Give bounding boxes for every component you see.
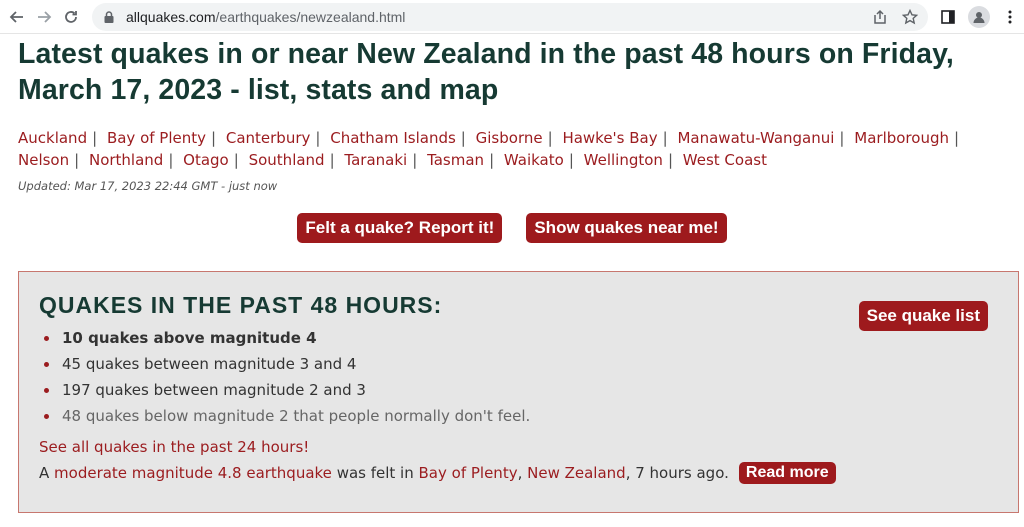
region-separator: | — [839, 129, 845, 147]
felt-report: A moderate magnitude 4.8 earthquake was … — [39, 462, 998, 484]
arrow-left-icon — [10, 10, 24, 23]
profile-avatar[interactable] — [968, 5, 991, 28]
region-link[interactable]: Marlborough — [854, 129, 949, 147]
region-separator: | — [74, 151, 80, 169]
region-link[interactable]: Manawatu-Wanganui — [677, 129, 834, 147]
see-all-quakes-link[interactable]: See all quakes in the past 24 hours! — [39, 436, 998, 458]
lock-icon — [104, 10, 114, 23]
region-link-bay-of-plenty[interactable]: Bay of Plenty — [419, 464, 518, 482]
region-link[interactable]: Taranaki — [344, 151, 407, 169]
stat-item-below-2: 48 quakes below magnitude 2 that people … — [39, 403, 998, 429]
region-link[interactable]: Chatham Islands — [330, 129, 456, 147]
region-separator: | — [233, 151, 239, 169]
region-link[interactable]: Auckland — [18, 129, 87, 147]
region-separator: | — [168, 151, 174, 169]
url-text: allquakes.com/earthquakes/newzealand.htm… — [126, 9, 872, 25]
region-separator: | — [315, 129, 321, 147]
stats-heading: QUAKES IN THE PAST 48 HOURS: — [39, 292, 443, 318]
side-panel-icon[interactable] — [940, 9, 956, 25]
address-bar[interactable]: allquakes.com/earthquakes/newzealand.htm… — [92, 2, 929, 31]
browser-toolbar: allquakes.com/earthquakes/newzealand.htm… — [0, 0, 1024, 34]
region-separator: | — [662, 129, 668, 147]
stat-item-3-to-4: 45 quakes between magnitude 3 and 4 — [39, 351, 998, 377]
region-link[interactable]: Northland — [89, 151, 163, 169]
stats-panel: QUAKES IN THE PAST 48 HOURS: See quake l… — [18, 271, 1019, 513]
page-title: Latest quakes in or near New Zealand in … — [18, 38, 954, 106]
region-link[interactable]: Wellington — [584, 151, 663, 169]
region-separator: | — [568, 151, 574, 169]
back-button[interactable] — [6, 4, 29, 30]
read-more-button[interactable]: Read more — [738, 462, 836, 484]
person-icon — [973, 11, 985, 23]
region-link[interactable]: West Coast — [683, 151, 767, 169]
reload-button[interactable] — [59, 4, 82, 30]
region-separator: | — [953, 129, 960, 147]
forward-button[interactable] — [33, 4, 56, 30]
country-link-new-zealand[interactable]: New Zealand — [527, 464, 626, 482]
report-quake-button[interactable]: Felt a quake? Report it! — [297, 213, 503, 243]
region-link[interactable]: Southland — [249, 151, 325, 169]
felt-prefix: A — [39, 464, 55, 482]
page-content: Latest quakes in or near New Zealand in … — [0, 36, 1024, 513]
felt-comma: , — [517, 464, 528, 482]
region-link[interactable]: Waikato — [504, 151, 564, 169]
region-separator: | — [489, 151, 495, 169]
more-menu-icon[interactable] — [1002, 9, 1018, 25]
region-separator: | — [211, 129, 217, 147]
region-link[interactable]: Bay of Plenty — [107, 129, 206, 147]
share-icon[interactable] — [872, 9, 888, 25]
region-links: Auckland | Bay of Plenty | Canterbury | Cha… — [18, 127, 1006, 171]
region-separator: | — [460, 129, 466, 147]
stats-list: 10 quakes above magnitude 4 45 quakes be… — [39, 325, 998, 429]
star-icon[interactable] — [902, 8, 919, 25]
url-path: /earthquakes/newzealand.html — [215, 8, 406, 25]
region-link[interactable]: Nelson — [18, 151, 69, 169]
region-link[interactable]: Hawke's Bay — [562, 129, 657, 147]
region-separator: | — [329, 151, 335, 169]
region-link[interactable]: Tasman — [427, 151, 484, 169]
region-separator: | — [412, 151, 418, 169]
felt-mid: was felt in — [331, 464, 419, 482]
region-separator: | — [547, 129, 553, 147]
region-link[interactable]: Gisborne — [476, 129, 543, 147]
stat-item-above-4: 10 quakes above magnitude 4 — [39, 325, 998, 351]
region-separator: | — [92, 129, 98, 147]
updated-timestamp: Updated: Mar 17, 2023 22:44 GMT - just n… — [18, 179, 278, 193]
felt-suffix: , 7 hours ago. — [625, 464, 729, 482]
stat-item-2-to-3: 197 quakes between magnitude 2 and 3 — [39, 377, 998, 403]
region-link[interactable]: Canterbury — [226, 129, 311, 147]
region-separator: | — [667, 151, 673, 169]
url-host: allquakes.com — [126, 8, 216, 25]
reload-icon — [64, 10, 77, 23]
show-quakes-near-me-button[interactable]: Show quakes near me! — [526, 213, 727, 243]
region-link[interactable]: Otago — [183, 151, 229, 169]
arrow-right-icon — [38, 10, 52, 23]
quake-detail-link[interactable]: moderate magnitude 4.8 earthquake — [54, 464, 332, 482]
